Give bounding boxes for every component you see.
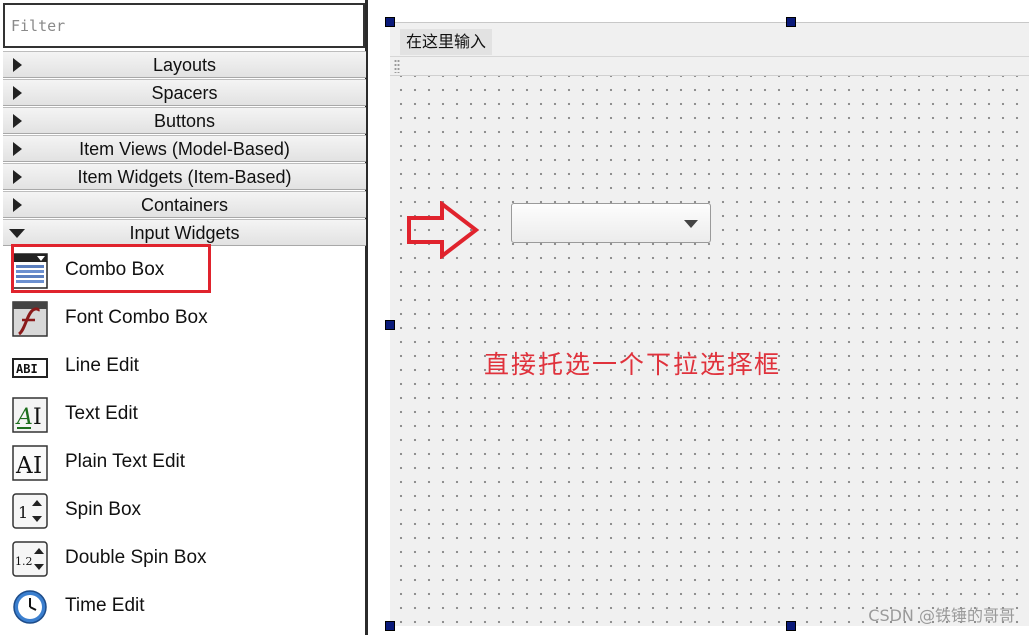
widget-item-double-spin-box[interactable]: 1.2 Double Spin Box bbox=[3, 534, 363, 582]
time-edit-icon bbox=[11, 588, 49, 626]
widget-item-label: Spin Box bbox=[65, 499, 142, 520]
category-item-widgets[interactable]: Item Widgets (Item-Based) bbox=[3, 163, 366, 190]
category-containers[interactable]: Containers bbox=[3, 191, 366, 218]
resize-handle-top-left[interactable] bbox=[385, 17, 395, 27]
annotation-arrow-icon bbox=[407, 201, 480, 259]
widget-item-label: Line Edit bbox=[65, 355, 139, 376]
category-label: Input Widgets bbox=[129, 223, 240, 243]
spin-box-icon: 1 bbox=[11, 492, 49, 530]
category-label: Buttons bbox=[153, 111, 216, 131]
widget-item-font-combo-box[interactable]: Font Combo Box bbox=[3, 294, 363, 342]
placed-combo-box[interactable] bbox=[511, 203, 711, 243]
main-window-form[interactable]: 在这里输入 bbox=[390, 22, 1029, 626]
line-edit-icon: ABI bbox=[11, 348, 49, 386]
form-editor-area: 在这里输入 bbox=[370, 0, 1029, 635]
widget-item-plain-text-edit[interactable]: A I Plain Text Edit bbox=[3, 438, 363, 486]
dropdown-arrow-icon[interactable] bbox=[684, 220, 698, 228]
widget-item-text-edit[interactable]: A I Text Edit bbox=[3, 390, 363, 438]
category-label: Spacers bbox=[151, 83, 218, 103]
widget-item-time-edit[interactable]: Time Edit bbox=[3, 582, 363, 630]
svg-text:ABI: ABI bbox=[16, 362, 38, 376]
svg-text:A: A bbox=[15, 405, 33, 430]
resize-handle-bottom-left[interactable] bbox=[385, 621, 395, 631]
resize-handle-middle-left[interactable] bbox=[385, 320, 395, 330]
double-spin-box-icon: 1.2 bbox=[11, 540, 49, 578]
category-label: Containers bbox=[140, 195, 229, 215]
widget-item-line-edit[interactable]: ABI Line Edit bbox=[3, 342, 363, 390]
watermark-text: CSDN @铁锤的哥哥 bbox=[868, 606, 1015, 625]
category-item-views[interactable]: Item Views (Model-Based) bbox=[3, 135, 366, 162]
svg-text:I: I bbox=[33, 405, 42, 430]
widget-item-label: Double Spin Box bbox=[65, 547, 207, 568]
category-input-widgets[interactable]: Input Widgets bbox=[3, 219, 366, 246]
category-layouts[interactable]: Layouts bbox=[3, 51, 366, 78]
annotation-text: 直接托选一个下拉选择框 bbox=[484, 350, 782, 379]
svg-text:I: I bbox=[33, 453, 42, 479]
widget-item-label: Text Edit bbox=[65, 403, 138, 424]
menu-type-here[interactable]: 在这里输入 bbox=[400, 29, 493, 55]
category-label: Item Views (Model-Based) bbox=[79, 139, 290, 159]
widget-item-spin-box[interactable]: 1 Spin Box bbox=[3, 486, 363, 534]
toolbar-grip-icon[interactable] bbox=[394, 59, 400, 73]
category-buttons[interactable]: Buttons bbox=[3, 107, 366, 134]
svg-text:1: 1 bbox=[18, 503, 28, 522]
tool-bar[interactable] bbox=[390, 57, 1029, 76]
resize-handle-top-middle[interactable] bbox=[786, 17, 796, 27]
text-edit-icon: A I bbox=[11, 396, 49, 434]
category-label: Layouts bbox=[152, 55, 217, 75]
font-combo-box-icon bbox=[11, 300, 49, 338]
category-spacers[interactable]: Spacers bbox=[3, 79, 366, 106]
filter-field[interactable] bbox=[3, 3, 365, 48]
combo-box-highlight-box bbox=[11, 244, 211, 293]
widget-item-label: Font Combo Box bbox=[65, 307, 208, 328]
svg-text:1.2: 1.2 bbox=[15, 555, 33, 568]
svg-text:A: A bbox=[15, 453, 33, 479]
filter-input[interactable] bbox=[5, 5, 363, 46]
resize-handle-bottom-middle[interactable] bbox=[786, 621, 796, 631]
plain-text-edit-icon: A I bbox=[11, 444, 49, 482]
widget-item-label: Plain Text Edit bbox=[65, 451, 186, 472]
category-label: Item Widgets (Item-Based) bbox=[77, 167, 292, 187]
widget-item-label: Time Edit bbox=[65, 595, 145, 616]
widget-box-panel: Layouts Spacers Buttons Item Views (Mode… bbox=[0, 0, 368, 635]
menu-bar[interactable]: 在这里输入 bbox=[390, 23, 1029, 57]
